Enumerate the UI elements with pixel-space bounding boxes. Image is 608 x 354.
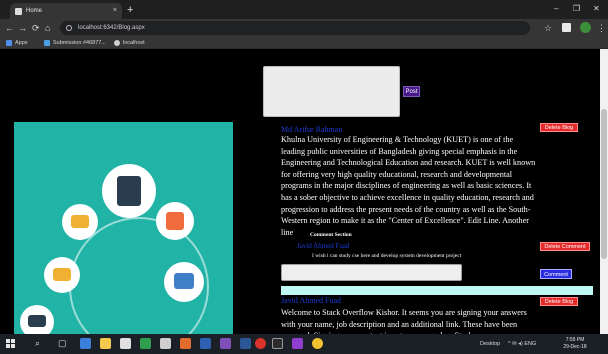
post-body: Khulna University of Engineering & Techn… bbox=[281, 135, 536, 237]
edge-icon[interactable] bbox=[80, 338, 91, 349]
page-scrollbar[interactable] bbox=[600, 49, 608, 334]
folder-bubble-icon bbox=[44, 257, 80, 293]
maximize-icon[interactable]: ❐ bbox=[573, 3, 580, 15]
bookmark-apps[interactable]: Apps bbox=[6, 37, 28, 49]
post-separator-bar bbox=[281, 286, 593, 295]
mail-bubble-icon bbox=[62, 204, 98, 240]
document-shape bbox=[117, 176, 141, 206]
post-button[interactable]: Post bbox=[403, 86, 420, 97]
site-info-icon[interactable] bbox=[66, 25, 72, 31]
minimize-icon[interactable]: – bbox=[554, 3, 558, 15]
bookmarks-bar: Apps Submission #46877... localhost bbox=[0, 37, 608, 49]
file-explorer-icon[interactable] bbox=[100, 338, 111, 349]
forward-icon[interactable]: → bbox=[18, 21, 27, 35]
folder-shape bbox=[53, 268, 71, 281]
bookmark-localhost[interactable]: localhost bbox=[114, 37, 145, 49]
image-bubble-icon bbox=[164, 262, 204, 302]
app-icon[interactable] bbox=[240, 338, 251, 349]
post-body: Welcome to Stack Overflow Kishor. It see… bbox=[281, 308, 527, 334]
new-post-textarea[interactable] bbox=[263, 66, 400, 117]
back-icon[interactable]: ← bbox=[5, 21, 14, 35]
post-author-link[interactable]: Md Arifur Rahman bbox=[281, 125, 342, 134]
bookmark-label: Submission #46877... bbox=[53, 40, 106, 46]
browser-tab[interactable]: Home × bbox=[10, 3, 122, 19]
address-text: localhost:6342/Blog.aspx bbox=[78, 25, 145, 31]
delete-blog-button[interactable]: Delete Blog bbox=[540, 123, 578, 132]
browser-menu-icon[interactable]: ⋮ bbox=[597, 21, 606, 35]
windows-taskbar: ⌕ ▢ Desktop ^ ✉ ◂) ENG 7:59 PM 29-Dec-18 bbox=[0, 334, 608, 354]
post-author-link[interactable]: Javid Ahmed Fuad bbox=[281, 296, 341, 305]
document-bubble-icon bbox=[102, 164, 156, 218]
comment-section-title: Comment Section bbox=[310, 232, 352, 238]
terminal-icon[interactable] bbox=[272, 338, 283, 349]
video-bubble-icon bbox=[156, 202, 194, 240]
excel-icon[interactable] bbox=[140, 338, 151, 349]
bookmark-star-icon[interactable]: ☆ bbox=[544, 21, 552, 35]
opera-icon[interactable] bbox=[255, 338, 266, 349]
extension-icon[interactable] bbox=[562, 23, 571, 32]
tab-title: Home bbox=[26, 8, 43, 14]
laptop-bubble-icon bbox=[20, 305, 54, 334]
word-icon[interactable] bbox=[200, 338, 211, 349]
windows-start-icon[interactable] bbox=[6, 339, 16, 349]
envelope-shape bbox=[71, 215, 89, 228]
new-tab-button[interactable]: + bbox=[127, 3, 133, 17]
globe-icon bbox=[114, 40, 120, 46]
store-icon[interactable] bbox=[120, 338, 131, 349]
laptop-shape bbox=[28, 315, 46, 327]
comment-author-link[interactable]: Javid Ahmed Fuad bbox=[297, 242, 350, 250]
browser-tab-strip: Home × + – ❐ ✕ bbox=[0, 0, 608, 19]
powerpoint-icon[interactable] bbox=[180, 338, 191, 349]
search-icon[interactable]: ⌕ bbox=[35, 337, 40, 350]
play-shape bbox=[166, 212, 184, 230]
system-tray-icons[interactable]: ^ ✉ ◂) ENG bbox=[508, 334, 536, 354]
comment-body: I wish i can study cse here and develop … bbox=[312, 253, 462, 259]
taskbar-clock[interactable]: 7:59 PM 29-Dec-18 bbox=[560, 337, 590, 351]
close-window-icon[interactable]: ✕ bbox=[593, 3, 600, 15]
scrollbar-thumb[interactable] bbox=[601, 109, 607, 259]
apps-grid-icon bbox=[6, 40, 12, 46]
bookmark-page-icon bbox=[44, 40, 50, 46]
reload-icon[interactable]: ⟳ bbox=[32, 21, 40, 35]
hero-illustration bbox=[14, 122, 233, 334]
address-bar[interactable]: localhost:6342/Blog.aspx bbox=[60, 21, 530, 35]
comment-input[interactable] bbox=[281, 264, 462, 281]
clock-time: 7:59 PM bbox=[565, 337, 585, 343]
visual-studio-icon[interactable] bbox=[220, 338, 231, 349]
delete-comment-button[interactable]: Delete Comment bbox=[540, 242, 590, 251]
browser-toolbar: ← → ⟳ ⌂ localhost:6342/Blog.aspx ☆ ⋮ bbox=[0, 19, 608, 37]
desktop-toolbar-label[interactable]: Desktop bbox=[480, 334, 500, 354]
comment-button[interactable]: Comment bbox=[540, 269, 572, 279]
home-icon[interactable]: ⌂ bbox=[45, 21, 50, 35]
tab-close-icon[interactable]: × bbox=[113, 3, 117, 19]
delete-blog-button[interactable]: Delete Blog bbox=[540, 297, 578, 306]
bookmark-label: Apps bbox=[15, 40, 28, 46]
clock-date: 29-Dec-18 bbox=[563, 344, 587, 350]
bookmark-submission[interactable]: Submission #46877... bbox=[44, 37, 106, 49]
task-view-icon[interactable]: ▢ bbox=[58, 337, 67, 350]
vs-code-icon[interactable] bbox=[292, 338, 303, 349]
chrome-icon[interactable] bbox=[312, 338, 323, 349]
mail-icon[interactable] bbox=[160, 338, 171, 349]
picture-shape bbox=[174, 273, 194, 289]
profile-avatar[interactable] bbox=[580, 22, 591, 33]
bookmark-label: localhost bbox=[123, 40, 145, 46]
page-viewport: Post Md Arifur Rahman Delete Blog Khulna… bbox=[0, 49, 600, 334]
page-favicon-icon bbox=[15, 8, 22, 15]
